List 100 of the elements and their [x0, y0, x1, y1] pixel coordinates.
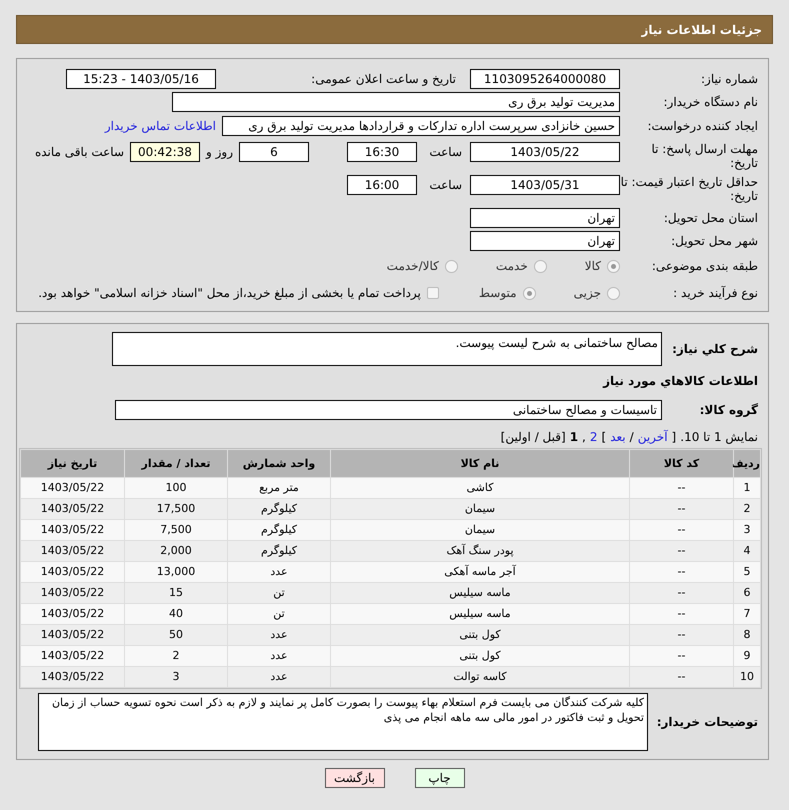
table-cell: -- [630, 604, 733, 624]
text-field[interactable]: 16:00 [347, 175, 417, 195]
pagination-link[interactable]: 2 [590, 428, 598, 446]
column-header: واحد شمارش [228, 450, 330, 477]
table-cell: 7,500 [125, 520, 227, 540]
table-cell: 1403/05/22 [21, 604, 124, 624]
table-cell: آجر ماسه آهکی [331, 562, 629, 582]
text-field[interactable]: مدیریت تولید برق ری [172, 92, 620, 112]
checkbox-label: پرداخت تمام یا بخشی از مبلغ خرید،از محل "اسناد خزانه اسلامی" خواهد بود. [38, 285, 421, 302]
radio-button[interactable] [607, 286, 620, 300]
table-cell: ماسه سیلیس [331, 583, 629, 603]
radio-label: جزیی [574, 285, 601, 302]
text-field[interactable]: حسین خانزادی سرپرست اداره تدارکات و قراردادها مدیریت تولید برق ری [222, 116, 620, 136]
table-cell: 3 [125, 667, 227, 687]
pagination-text: / [630, 429, 634, 446]
table-cell: کیلوگرم [228, 520, 330, 540]
table-cell: 1403/05/22 [21, 667, 124, 687]
table-cell: تن [228, 604, 330, 624]
radio-button[interactable] [444, 260, 458, 272]
table-cell: 8 [734, 625, 760, 645]
field-label: نام دستگاه خریدار: [662, 95, 758, 109]
table-cell: 17,500 [125, 499, 227, 519]
field-label: مهلت ارسال پاسخ: تا تاریخ: [650, 142, 758, 170]
table-cell: سیمان [331, 520, 629, 540]
field-label: گروه کالا: [698, 403, 758, 417]
table-cell: 1403/05/22 [21, 562, 124, 582]
radio-button[interactable] [607, 260, 620, 272]
table-cell: 2 [125, 646, 227, 666]
back-button[interactable]: بازگشت [324, 768, 384, 788]
print-button[interactable]: چاپ [414, 768, 464, 788]
table-cell: 3 [734, 520, 760, 540]
field-label: شهر محل تحویل: [670, 234, 758, 248]
text-field[interactable]: 16:30 [347, 142, 417, 162]
table-cell: 1403/05/22 [21, 646, 124, 666]
text-field[interactable]: 6 [239, 142, 309, 162]
table-cell: 15 [125, 583, 227, 603]
table-cell: پودر سنگ آهک [331, 541, 629, 561]
text-field[interactable]: 1403/05/16 - 15:23 [66, 69, 216, 89]
pagination-text: [قبل / اولین] [500, 429, 566, 446]
countdown-field[interactable]: 00:42:38 [130, 142, 200, 162]
column-header: تعداد / مقدار [125, 450, 227, 477]
radio-button[interactable] [534, 260, 547, 272]
field-label: ایجاد کننده درخواست: [646, 119, 758, 133]
page-title: جزئیات اطلاعات نیاز [641, 22, 762, 38]
text-field[interactable]: 1103095264000080 [470, 69, 620, 89]
table-cell: 4 [734, 541, 760, 561]
table-cell: -- [630, 625, 733, 645]
text-field[interactable]: 1403/05/31 [470, 175, 620, 195]
table-cell: 2,000 [125, 541, 227, 561]
table-cell: 1403/05/22 [21, 520, 124, 540]
pagination-text: , [582, 429, 586, 446]
time-label: ساعت [428, 177, 462, 194]
table-cell: کول بتنی [331, 646, 629, 666]
field-label: طبقه بندی موضوعی: [650, 259, 758, 273]
table-cell: -- [630, 562, 733, 582]
section-heading: اطلاعات کالاهاي مورد نياز [602, 373, 758, 390]
checkbox[interactable] [426, 287, 439, 299]
table-cell: 1403/05/22 [21, 499, 124, 519]
field-label: شماره نیاز: [700, 72, 758, 86]
table-cell: کیلوگرم [228, 541, 330, 561]
table-cell: -- [630, 667, 733, 687]
table-cell: 1 [734, 478, 760, 498]
radio-label: خدمت [496, 258, 528, 275]
notes-textarea[interactable]: کلیه شرکت کنندگان می بایست فرم استعلام بهاء پیوست را بصورت کامل پر نمایند و لازم به ذکر است نحوه تسویه حساب از زمان تحویل و ثبت فاکتور در امور مالی سه ماهه انجام می پذی [38, 693, 648, 751]
table-cell: کول بتنی [331, 625, 629, 645]
text-field[interactable]: تهران [470, 208, 620, 228]
table-cell: 13,000 [125, 562, 227, 582]
radio-label: کالا [584, 258, 601, 275]
field-label: حداقل تاریخ اعتبار قیمت: تا تاریخ: [620, 175, 758, 203]
pagination-link[interactable]: آخرین [638, 428, 668, 446]
column-header: تاریخ نیاز [21, 450, 124, 477]
table-cell: 5 [734, 562, 760, 582]
table-cell: 40 [125, 604, 227, 624]
table-cell: کاسه توالت [331, 667, 629, 687]
table-cell: ماسه سیلیس [331, 604, 629, 624]
field-label: شرح کلي نياز: [671, 342, 758, 356]
table-cell: 1403/05/22 [21, 583, 124, 603]
table-cell: 10 [734, 667, 760, 687]
summary-textarea[interactable]: مصالح ساختمانی به شرح لیست پیوست. [112, 332, 662, 366]
table-cell: 1403/05/22 [21, 625, 124, 645]
text-field[interactable]: 1403/05/22 [470, 142, 620, 162]
table-cell: متر مربع [228, 478, 330, 498]
radio-button[interactable] [522, 286, 536, 300]
table-cell: 7 [734, 604, 760, 624]
field-label: تاریخ و ساعت اعلان عمومی: [310, 72, 456, 86]
text-field[interactable]: تهران [470, 231, 620, 251]
table-cell: 1403/05/22 [21, 478, 124, 498]
table-cell: -- [630, 520, 733, 540]
text-field[interactable]: تاسیسات و مصالح ساختمانی [115, 400, 662, 420]
time-label: ساعت [428, 144, 462, 161]
field-label: استان محل تحویل: [662, 211, 758, 225]
remaining-label: ساعت باقی مانده [34, 144, 124, 161]
current-page: 1 [570, 429, 578, 446]
table-cell: -- [630, 583, 733, 603]
pagination-link[interactable]: بعد [610, 428, 626, 446]
table-cell: 50 [125, 625, 227, 645]
table-cell: سیمان [331, 499, 629, 519]
contact-link[interactable]: اطلاعات تماس خریدار [104, 117, 216, 135]
table-cell: 100 [125, 478, 227, 498]
pagination-text: [ [672, 429, 676, 446]
